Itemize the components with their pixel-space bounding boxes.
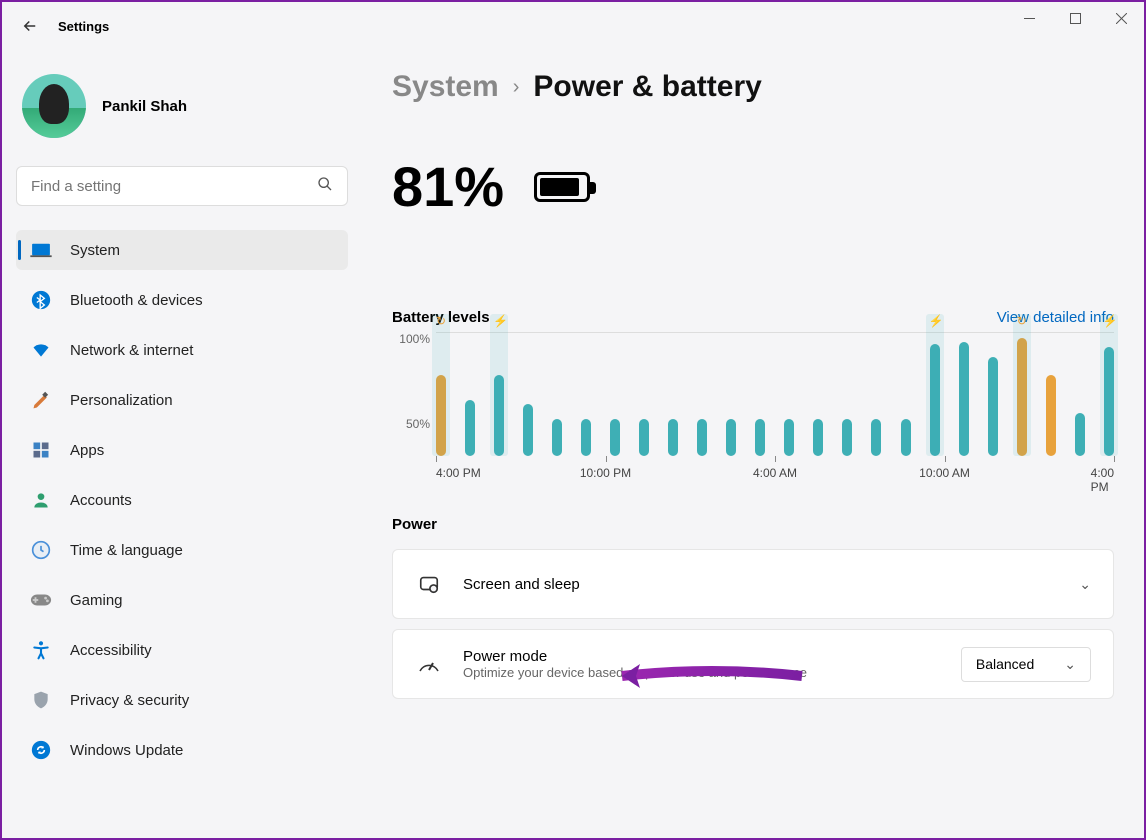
nav-list: System Bluetooth & devices Network & inter… (16, 230, 348, 770)
💻-icon (30, 239, 52, 261)
screen-icon (415, 573, 443, 595)
battery-chart-section: Battery levels View detailed info 100%50… (392, 309, 1114, 482)
search-icon (317, 176, 333, 197)
clock-icon (30, 539, 52, 561)
sidebar-item-time-language[interactable]: Time & language (16, 530, 348, 570)
sidebar: Pankil Shah System Bluetooth & devices Net… (2, 50, 362, 838)
x-axis-label: 4:00 PM (436, 466, 481, 480)
sidebar-item-windows-update[interactable]: Windows Update (16, 730, 348, 770)
x-axis-label: 4:00 AM (753, 466, 797, 480)
title-bar: Settings (2, 2, 1144, 50)
chart-bar[interactable] (726, 419, 736, 456)
chart-bar[interactable] (1075, 413, 1085, 456)
back-button[interactable] (14, 10, 46, 42)
chart-bar[interactable] (552, 419, 562, 456)
chart-bar[interactable] (1046, 375, 1056, 456)
chart-bar[interactable] (842, 419, 852, 456)
bt-icon (30, 289, 52, 311)
window-title: Settings (58, 19, 109, 34)
sidebar-item-system[interactable]: System (16, 230, 348, 270)
sidebar-item-accessibility[interactable]: Accessibility (16, 630, 348, 670)
chart-bar[interactable] (813, 419, 823, 456)
chevron-right-icon: › (513, 76, 520, 99)
apps-icon (30, 439, 52, 461)
chart-bar[interactable] (668, 419, 678, 456)
profile-name: Pankil Shah (102, 98, 187, 115)
sidebar-item-label: Time & language (70, 542, 183, 559)
power-mode-icon (415, 654, 443, 674)
sidebar-item-label: Accounts (70, 492, 132, 509)
sidebar-item-label: Bluetooth & devices (70, 292, 203, 309)
search-input[interactable] (31, 178, 317, 195)
sidebar-item-label: System (70, 242, 120, 259)
sidebar-item-gaming[interactable]: Gaming (16, 580, 348, 620)
breadcrumb-parent[interactable]: System (392, 70, 499, 104)
sidebar-item-network-internet[interactable]: Network & internet (16, 330, 348, 370)
close-button[interactable] (1098, 2, 1144, 34)
window-controls (1006, 2, 1144, 34)
sidebar-item-privacy-security[interactable]: Privacy & security (16, 680, 348, 720)
update-icon (30, 739, 52, 761)
chevron-down-icon: ⌄ (1064, 656, 1076, 673)
chart-bar[interactable] (959, 342, 969, 456)
battery-icon (534, 172, 590, 202)
sidebar-item-label: Gaming (70, 592, 123, 609)
chart-bar[interactable] (697, 419, 707, 456)
breadcrumb: System › Power & battery (392, 70, 1114, 104)
power-mode-select[interactable]: Balanced ⌄ (961, 647, 1091, 682)
sidebar-item-label: Network & internet (70, 342, 193, 359)
chart-bar[interactable] (639, 419, 649, 456)
access-icon (30, 639, 52, 661)
game-icon (30, 589, 52, 611)
battery-percent: 81% (392, 154, 504, 219)
chart-bar[interactable] (465, 400, 475, 456)
chevron-down-icon: ⌄ (1079, 576, 1091, 593)
maximize-button[interactable] (1052, 2, 1098, 34)
chart-bar[interactable] (755, 419, 765, 456)
chart-bar[interactable] (901, 419, 911, 456)
chart-bar[interactable] (988, 357, 998, 456)
sidebar-item-bluetooth-devices[interactable]: Bluetooth & devices (16, 280, 348, 320)
power-mode-card[interactable]: Power mode Optimize your device based on… (392, 629, 1114, 699)
chart-bar[interactable] (523, 404, 533, 456)
screen-sleep-title: Screen and sleep (463, 576, 1079, 593)
sidebar-item-personalization[interactable]: Personalization (16, 380, 348, 420)
chart-bar[interactable] (784, 419, 794, 456)
screen-sleep-card[interactable]: Screen and sleep ⌄ (392, 549, 1114, 619)
power-section-title: Power (392, 516, 1114, 533)
profile[interactable]: Pankil Shah (22, 74, 348, 138)
brush-icon (30, 389, 52, 411)
sidebar-item-label: Personalization (70, 392, 173, 409)
power-mode-title: Power mode (463, 648, 961, 665)
battery-status: 81% (392, 154, 1114, 219)
minimize-button[interactable] (1006, 2, 1052, 34)
wifi-icon (30, 339, 52, 361)
avatar (22, 74, 86, 138)
sidebar-item-label: Privacy & security (70, 692, 189, 709)
shield-icon (30, 689, 52, 711)
sidebar-item-apps[interactable]: Apps (16, 430, 348, 470)
main-content: System › Power & battery 81% Battery lev… (362, 50, 1144, 838)
power-mode-sub: Optimize your device based on power use … (463, 665, 961, 680)
battery-chart[interactable]: 100%50% ↻⚡⚡↻⚡ 4:00 PM10:00 PM4:00 AM10:0… (436, 332, 1114, 482)
sidebar-item-label: Windows Update (70, 742, 183, 759)
x-axis-label: 10:00 AM (919, 466, 970, 480)
page-title: Power & battery (533, 70, 761, 104)
sidebar-item-accounts[interactable]: Accounts (16, 480, 348, 520)
search-box[interactable] (16, 166, 348, 206)
chart-bar[interactable] (871, 419, 881, 456)
sidebar-item-label: Apps (70, 442, 104, 459)
chart-bar[interactable] (610, 419, 620, 456)
sidebar-item-label: Accessibility (70, 642, 152, 659)
x-axis-label: 4:00 PM (1091, 466, 1114, 494)
chart-bar[interactable] (581, 419, 591, 456)
y-axis-labels: 100%50% (392, 332, 430, 431)
person-icon (30, 489, 52, 511)
x-axis-label: 10:00 PM (580, 466, 631, 480)
